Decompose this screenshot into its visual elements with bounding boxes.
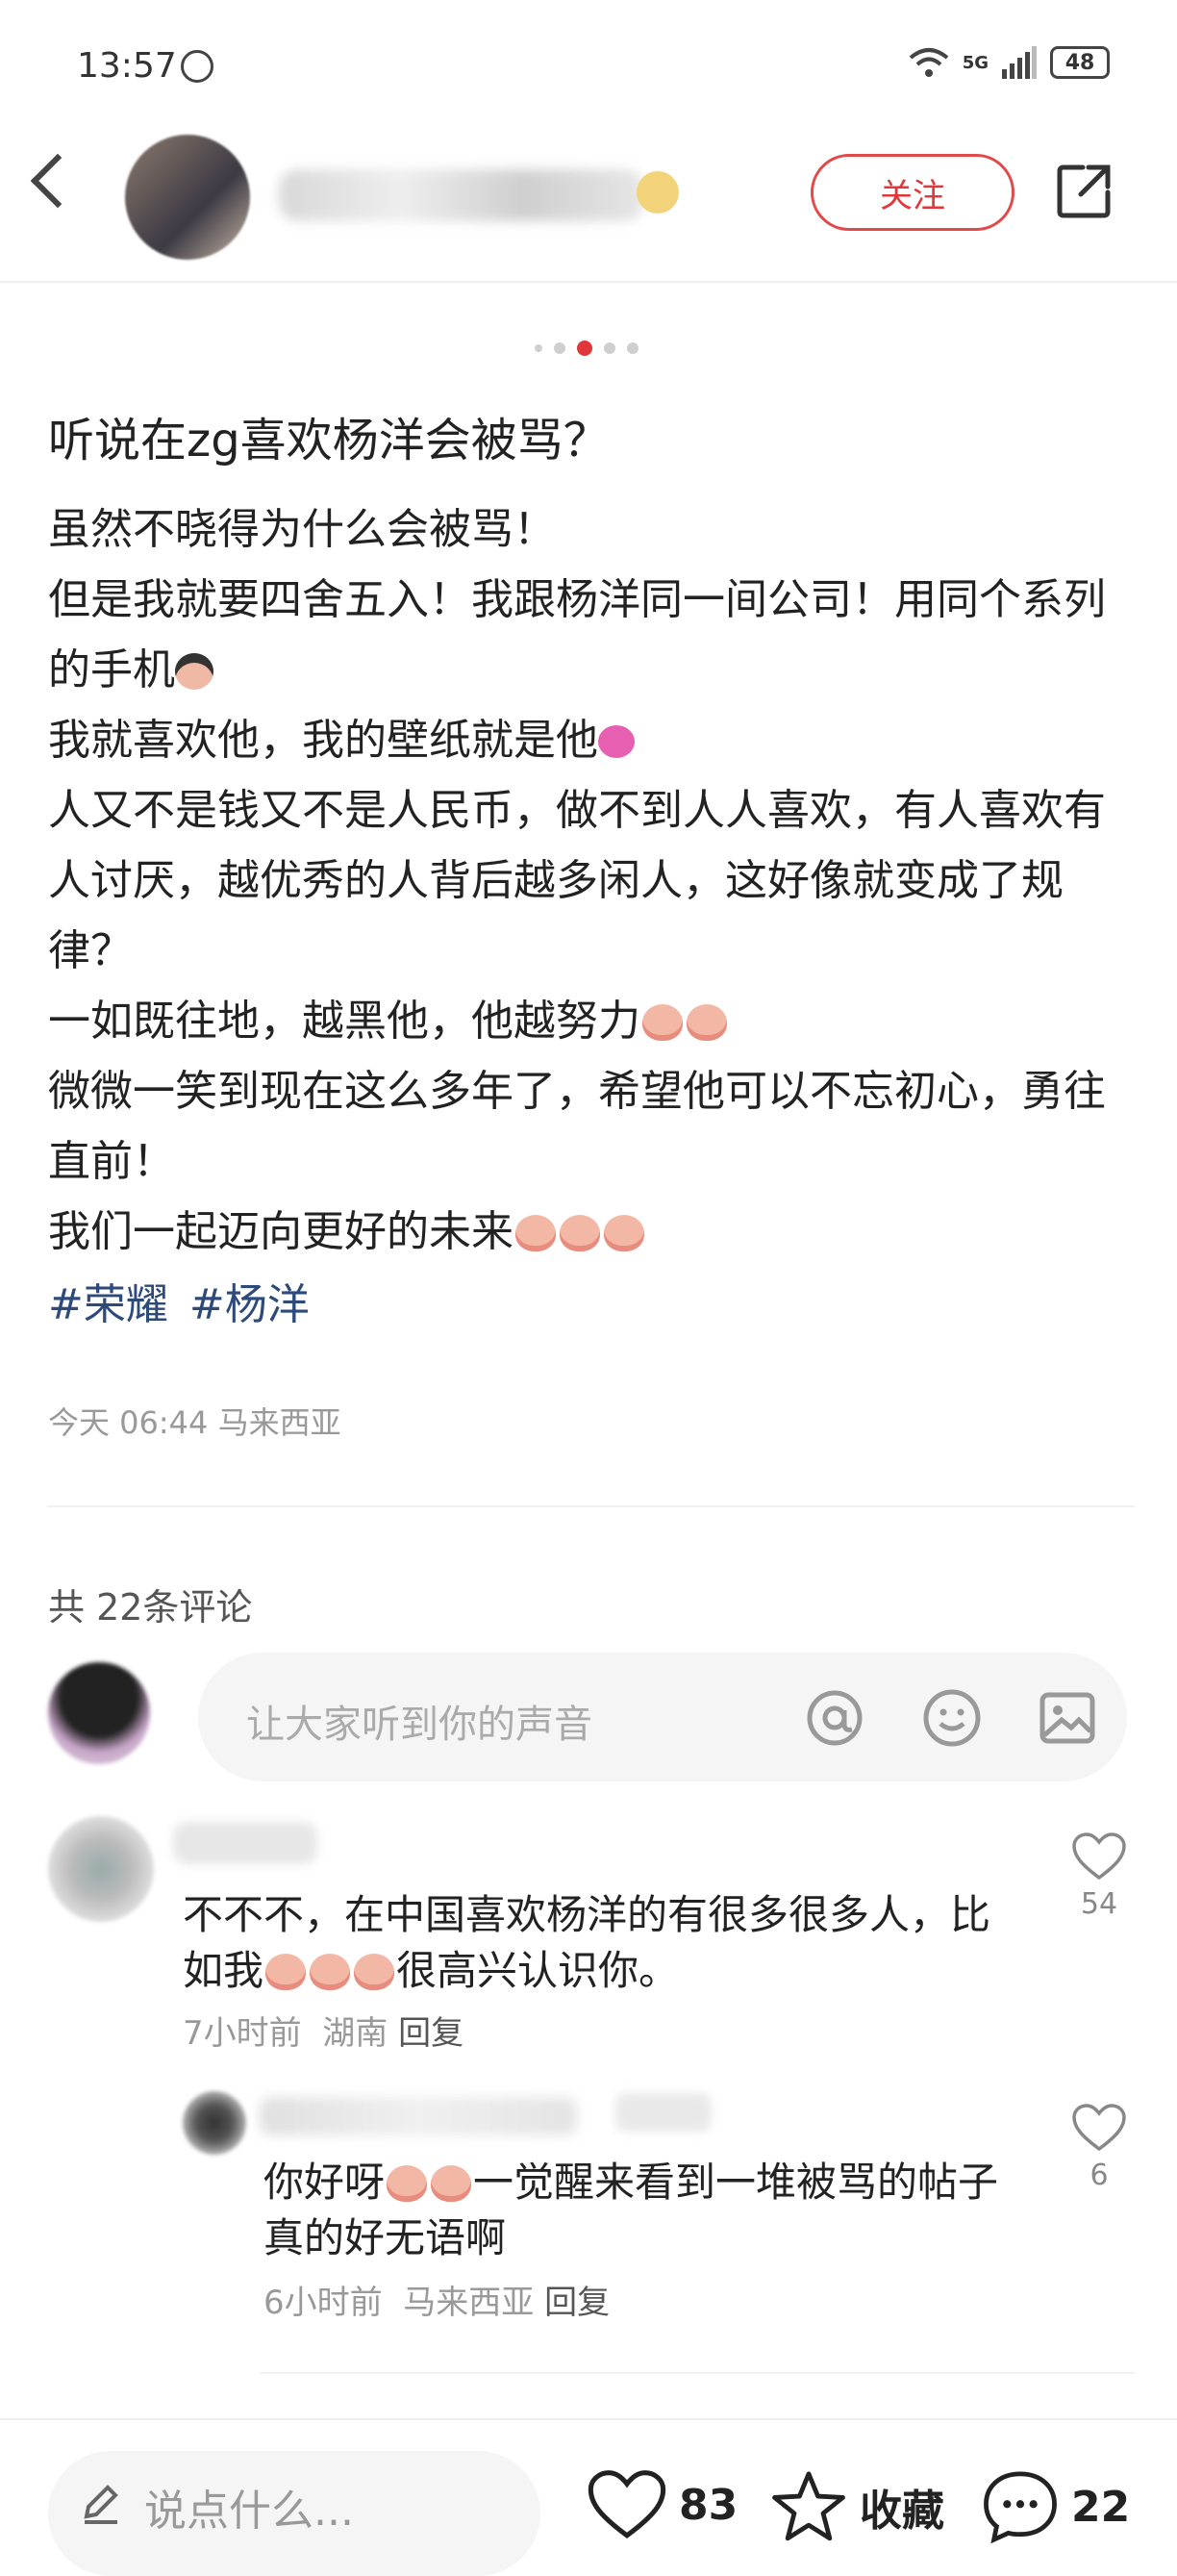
chat-bubble-icon	[984, 2471, 1057, 2544]
cheer-emoji-icon	[642, 1004, 683, 1041]
cheer-emoji-icon	[310, 1954, 351, 1990]
bottom-input-placeholder: 说点什么...	[144, 2487, 354, 2536]
favorite-label: 收藏	[860, 2487, 944, 2536]
post-line-text: 我就喜欢他，我的壁纸就是他	[48, 716, 598, 765]
comment-count: 共 22条评论	[48, 1586, 253, 1629]
network-label: 5G	[962, 52, 989, 73]
moon-emoji-icon	[637, 171, 679, 214]
cheer-emoji-icon	[431, 2165, 472, 2202]
battery-icon: 48	[1050, 46, 1110, 79]
cheer-emoji-icon	[515, 1215, 556, 1251]
comment-input-placeholder: 让大家听到你的声音	[246, 1703, 592, 1747]
tag-link[interactable]: #杨洋	[189, 1270, 310, 1331]
replier-name-blurred[interactable]	[260, 2097, 577, 2135]
comment-like[interactable]: 54	[1065, 1831, 1133, 1921]
post-title: 听说在zg喜欢杨洋会被骂？	[48, 414, 610, 467]
emoji-icon[interactable]	[921, 1687, 983, 1749]
status-right-group: 5G 48	[909, 46, 1110, 79]
author-avatar[interactable]	[125, 135, 250, 260]
reply-like[interactable]: 6	[1065, 2103, 1133, 2192]
comment-location: 湖南	[322, 2014, 388, 2053]
cheer-emoji-icon	[604, 1215, 644, 1251]
signal-icon	[1002, 46, 1037, 79]
post-body: 虽然不晓得为什么会被骂！ 但是我就要四舍五入！我跟杨洋同一间公司！用同个系列的手…	[48, 494, 1135, 1267]
post-tags: #荣耀 #杨洋	[48, 1270, 310, 1331]
post-line: 微微一笑到现在这么多年了，希望他可以不忘初心，勇往直前！	[48, 1067, 1106, 1186]
bottom-bar-divider	[0, 2418, 1177, 2420]
author-name-blurred[interactable]	[279, 169, 644, 221]
comment-input[interactable]: 让大家听到你的声音	[198, 1653, 1127, 1781]
reply-button[interactable]: 回复	[398, 2014, 463, 2053]
carousel-dot	[554, 342, 565, 354]
post-line: 我们一起迈向更好的未来	[48, 1197, 1135, 1267]
post-line: 但是我就要四舍五入！我跟杨洋同一间公司！用同个系列的手机	[48, 565, 1135, 705]
post-line: 人又不是钱又不是人民币，做不到人人喜欢，有人喜欢有人讨厌，越优秀的人背后越多闲人…	[48, 786, 1106, 975]
replier-avatar[interactable]	[183, 2091, 246, 2155]
comment-time: 6小时前	[263, 2284, 383, 2322]
follow-button[interactable]: 关注	[811, 154, 1014, 231]
heart-icon	[588, 2470, 666, 2539]
comment-location: 马来西亚	[403, 2284, 535, 2322]
cheer-emoji-icon	[387, 2165, 428, 2202]
carousel-indicator	[535, 341, 639, 356]
wifi-icon	[909, 48, 948, 77]
comment-text-part: 很高兴认识你。	[396, 1947, 680, 1994]
divider	[48, 1505, 1135, 1507]
like-count: 83	[679, 2480, 739, 2530]
post-line: 一如既往地，越黑他，他越努力	[48, 986, 1135, 1056]
reply-text: 你好呀 一觉醒来看到一堆被骂的帖子真的好无语啊	[263, 2155, 1033, 2266]
carousel-dot	[604, 342, 615, 354]
mention-icon[interactable]	[804, 1687, 865, 1749]
post-line-text: 我们一起迈向更好的未来	[48, 1207, 513, 1256]
like-button[interactable]: 83	[587, 2468, 738, 2541]
cheer-emoji-icon	[265, 1954, 307, 1990]
header-divider	[0, 281, 1177, 283]
post-line: 我就喜欢他，我的壁纸就是他	[48, 705, 1135, 775]
cheer-emoji-icon	[354, 1954, 395, 1990]
post-meta: 今天 06:44 马来西亚	[48, 1404, 341, 1441]
comment-count-bottom: 22	[1071, 2482, 1131, 2532]
share-icon[interactable]	[1054, 162, 1114, 221]
post-line-text: 一如既往地，越黑他，他越努力	[48, 997, 640, 1046]
status-time: 13:57	[77, 46, 177, 86]
like-count: 6	[1089, 2159, 1109, 2192]
heart-icon[interactable]	[1071, 2103, 1127, 2153]
author-tag-blurred	[615, 2093, 712, 2132]
like-count: 54	[1080, 1887, 1118, 1921]
my-avatar	[48, 1662, 150, 1764]
reply-button[interactable]: 回复	[544, 2284, 610, 2322]
pencil-icon	[84, 2485, 118, 2524]
carousel-dot	[627, 342, 639, 354]
favorite-button[interactable]: 收藏	[769, 2468, 944, 2545]
comment-text: 不不不，在中国喜欢杨洋的有很多很多人，比如我 很高兴认识你。	[183, 1887, 1019, 1999]
reply-text-part: 你好呀	[263, 2159, 386, 2206]
star-icon	[772, 2471, 845, 2541]
comments-button[interactable]: 22	[981, 2468, 1130, 2545]
post-line: 虽然不晓得为什么会被骂！	[48, 505, 556, 554]
cheer-emoji-icon	[560, 1215, 600, 1251]
divider	[260, 2372, 1135, 2374]
heart-icon[interactable]	[1071, 1831, 1127, 1881]
image-icon[interactable]	[1037, 1687, 1098, 1749]
reply-meta: 6小时前 马来西亚 回复	[263, 2276, 610, 2323]
tag-link[interactable]: #荣耀	[48, 1270, 168, 1331]
carousel-dot-active	[577, 341, 592, 356]
comment-meta: 7小时前 湖南 回复	[183, 2007, 463, 2054]
sunglasses-emoji-icon	[175, 653, 213, 690]
battery-level: 48	[1064, 50, 1095, 75]
back-icon[interactable]	[30, 153, 86, 209]
commenter-avatar[interactable]	[48, 1816, 154, 1922]
pink-heart-emoji-icon	[598, 725, 635, 758]
comment-time: 7小时前	[183, 2014, 302, 2053]
commenter-name-blurred[interactable]	[173, 1822, 317, 1864]
carousel-dot	[535, 344, 542, 352]
bottom-comment-input[interactable]: 说点什么...	[48, 2451, 540, 2576]
cheer-emoji-icon	[687, 1004, 727, 1041]
hand-notification-icon	[181, 50, 213, 83]
